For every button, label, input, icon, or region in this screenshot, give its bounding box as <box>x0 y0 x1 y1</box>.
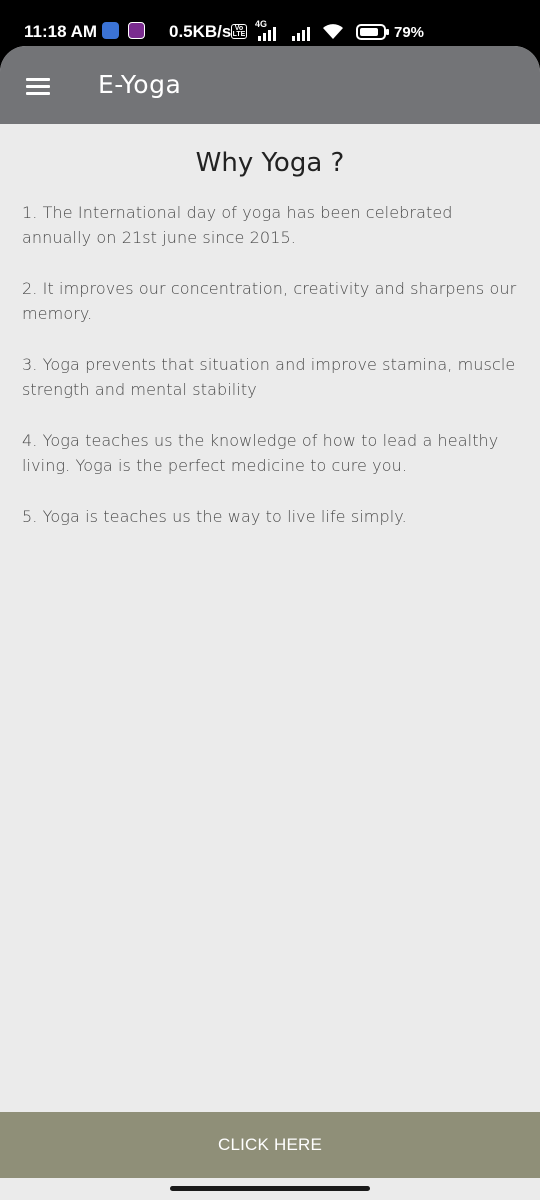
list-item: 1. The International day of yoga has bee… <box>22 203 453 247</box>
list-item: 4. Yoga teaches us the knowledge of how … <box>22 431 499 475</box>
list-item: 2. It improves our concentration, creati… <box>22 279 517 323</box>
battery-icon <box>356 24 389 40</box>
status-time: 11:18 AM <box>24 22 98 41</box>
app-toolbar: E-Yoga <box>0 46 540 124</box>
list-item: 3. Yoga prevents that situation and impr… <box>22 355 516 399</box>
wifi-icon <box>323 24 343 39</box>
page-title: Why Yoga ? <box>195 148 345 178</box>
signal-strength-icon <box>292 25 310 41</box>
network-speed: 0.5KB/s <box>169 22 232 41</box>
yoga-points-list: 1. The International day of yoga has bee… <box>22 200 518 529</box>
battery-level: 79% <box>394 24 425 41</box>
signal-strength-icon <box>258 25 276 41</box>
volte-icon: Vo LTE <box>231 24 247 39</box>
app-window: E-Yoga Why Yoga ? 1. The International d… <box>0 46 540 1200</box>
gesture-nav-handle[interactable] <box>170 1186 370 1191</box>
main-content: Why Yoga ? 1. The International day of y… <box>0 124 540 555</box>
list-item: 5. Yoga is teaches us the way to live li… <box>22 507 407 526</box>
notification-app-icon <box>128 22 145 39</box>
hamburger-menu-icon[interactable] <box>20 68 56 104</box>
phone-screen: 11:18 AM 0.5KB/s Vo LTE 4G 79% E-Yoga Why… <box>0 0 540 1200</box>
notification-app-icon <box>102 22 119 39</box>
app-title: E-Yoga <box>98 70 182 99</box>
click-here-button[interactable]: CLICK HERE <box>0 1112 540 1178</box>
